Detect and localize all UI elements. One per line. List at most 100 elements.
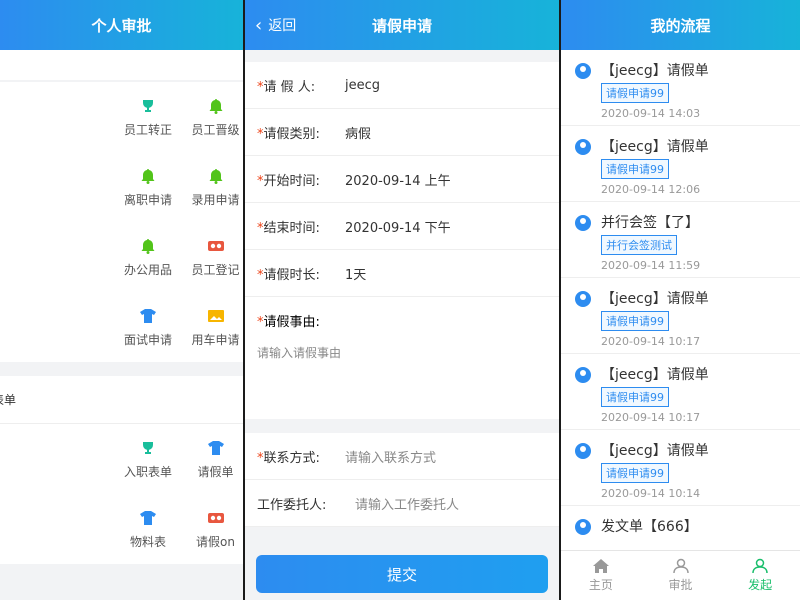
field-label: *结束时间: bbox=[257, 220, 320, 236]
process-tag: 并行会签测试 bbox=[601, 235, 677, 255]
home-icon bbox=[592, 558, 610, 574]
process-time: 2020-09-14 11:59 bbox=[601, 259, 701, 272]
delegate-field[interactable]: 工作委托人: 请输入工作委托人 bbox=[245, 480, 559, 527]
grid-item[interactable]: 用车申请 bbox=[188, 292, 243, 362]
vr-glasses-icon bbox=[207, 509, 225, 527]
grid-item[interactable]: 员工登记 bbox=[188, 222, 243, 292]
field-label: *请 假 人: bbox=[257, 79, 316, 95]
process-title: 【jeecg】请假单 bbox=[601, 291, 709, 307]
leave-form: *请 假 人: jeecg *请假类别: 病假 *开始时间: 2020-09-14 上午 *… bbox=[245, 62, 559, 297]
grid-item-label: 录用申请 bbox=[191, 192, 240, 207]
panel3-header: 我的流程 bbox=[561, 0, 800, 50]
grid-item[interactable]: 请假单 bbox=[188, 424, 243, 494]
tab-发起[interactable]: 发起 bbox=[720, 551, 800, 600]
grid-item-label: 用车申请 bbox=[191, 332, 240, 347]
grid-item[interactable]: 请假on bbox=[188, 494, 243, 564]
tab-主页[interactable]: 主页 bbox=[561, 551, 641, 600]
reason-label: 请假事由: bbox=[263, 315, 320, 330]
bell-icon bbox=[139, 237, 157, 255]
field-value[interactable]: 2020-09-14 上午 bbox=[345, 170, 451, 189]
clipped-grid-item bbox=[0, 424, 108, 494]
process-time: 2020-09-14 14:03 bbox=[601, 107, 701, 120]
process-item[interactable]: 【jeecg】请假单 请假申请99 2020-09-14 10:14 bbox=[561, 430, 800, 506]
grid-item[interactable]: 入职表单 bbox=[108, 424, 188, 494]
grid-item-label: 请假on bbox=[196, 534, 235, 549]
process-item[interactable]: 并行会签【了】 并行会签测试 2020-09-14 11:59 bbox=[561, 202, 800, 278]
contact-field[interactable]: *联系方式: 请输入联系方式 bbox=[245, 433, 559, 480]
tab-审批[interactable]: 审批 bbox=[641, 551, 721, 600]
grid-item-label: 员工晋级 bbox=[191, 122, 240, 137]
grid-item[interactable]: 员工转正 bbox=[108, 82, 188, 152]
grid-item-label: 员工转正 bbox=[123, 122, 172, 137]
form-field[interactable]: *结束时间: 2020-09-14 下午 bbox=[245, 203, 559, 250]
field-value[interactable]: jeecg bbox=[345, 78, 380, 93]
process-time: 2020-09-14 10:17 bbox=[601, 335, 701, 348]
grid-item[interactable]: 离职申请 bbox=[108, 152, 188, 222]
reason-section: *请假事由: 请输入请假事由 bbox=[245, 297, 559, 419]
form-field[interactable]: *开始时间: 2020-09-14 上午 bbox=[245, 156, 559, 203]
form-field[interactable]: *请 假 人: jeecg bbox=[245, 62, 559, 109]
user-avatar-icon bbox=[575, 519, 591, 535]
grid-item[interactable]: 员工晋级 bbox=[188, 82, 243, 152]
process-item[interactable]: 【jeecg】请假单 请假申请99 2020-09-14 10:17 bbox=[561, 354, 800, 430]
process-tag: 请假申请99 bbox=[601, 159, 669, 179]
process-tag: 请假申请99 bbox=[601, 387, 669, 407]
process-tag: 请假申请99 bbox=[601, 463, 669, 483]
user-icon bbox=[672, 558, 690, 574]
clipped-grid-item bbox=[0, 82, 108, 152]
delegate-input[interactable]: 请输入工作委托人 bbox=[355, 494, 459, 513]
grid-item-label: 请假单 bbox=[197, 464, 234, 479]
process-item[interactable]: 【jeecg】请假单 请假申请99 2020-09-14 10:17 bbox=[561, 278, 800, 354]
clipped-grid-item bbox=[0, 222, 108, 292]
user-avatar-icon bbox=[575, 291, 591, 307]
delegate-label: 工作委托人: bbox=[257, 497, 327, 513]
reason-input[interactable]: 请输入请假事由 bbox=[257, 344, 547, 361]
section1-grid: 员工转正 员工晋级 离职申请 录用申请 办公用品 员工登记 面试申请 用车申请 bbox=[0, 82, 243, 362]
field-value[interactable]: 2020-09-14 下午 bbox=[345, 217, 451, 236]
field-label: *开始时间: bbox=[257, 173, 320, 189]
clipped-grid-item bbox=[0, 292, 108, 362]
vr-glasses-icon bbox=[207, 237, 225, 255]
user-avatar-icon bbox=[575, 367, 591, 383]
grid-item-label: 物料表 bbox=[129, 534, 166, 549]
section1-header bbox=[0, 50, 243, 80]
back-button[interactable]: ‹ 返回 bbox=[255, 0, 296, 50]
field-value[interactable]: 1天 bbox=[345, 264, 366, 283]
field-label: *请假类别: bbox=[257, 126, 320, 142]
grid-item[interactable]: 办公用品 bbox=[108, 222, 188, 292]
form-field[interactable]: *请假时长: 1天 bbox=[245, 250, 559, 297]
panel2-header: ‹ 返回 请假申请 bbox=[245, 0, 559, 50]
shirt-icon bbox=[139, 307, 157, 325]
grid-item-label: 员工登记 bbox=[191, 262, 240, 277]
contact-input[interactable]: 请输入联系方式 bbox=[345, 447, 436, 466]
section2-title: 表单 bbox=[0, 393, 17, 407]
clipped-grid-item bbox=[0, 494, 108, 564]
form-field[interactable]: *请假类别: 病假 bbox=[245, 109, 559, 156]
field-label: *请假时长: bbox=[257, 267, 320, 283]
process-item[interactable]: 【jeecg】请假单 请假申请99 2020-09-14 14:03 bbox=[561, 50, 800, 126]
grid-item[interactable]: 面试申请 bbox=[108, 292, 188, 362]
grid-item[interactable]: 录用申请 bbox=[188, 152, 243, 222]
reason-field[interactable]: *请假事由: 请输入请假事由 bbox=[245, 297, 559, 419]
bell-icon bbox=[139, 167, 157, 185]
leave-request-panel: ‹ 返回 请假申请 *请 假 人: jeecg *请假类别: 病假 *开始时间: 2020… bbox=[245, 0, 559, 600]
process-list: 【jeecg】请假单 请假申请99 2020-09-14 14:03 【jeecg】请… bbox=[561, 50, 800, 582]
chevron-left-icon: ‹ bbox=[255, 14, 263, 36]
user-icon bbox=[751, 558, 769, 574]
process-title: 【jeecg】请假单 bbox=[601, 139, 709, 155]
process-item[interactable]: 【jeecg】请假单请假申请99 2020-09-14 12:06 bbox=[561, 126, 800, 202]
panel1-title: 个人审批 bbox=[91, 16, 152, 35]
grid-item[interactable]: 物料表 bbox=[108, 494, 188, 564]
process-title: 【jeecg】请假单 bbox=[601, 443, 709, 459]
my-process-panel: 我的流程 【jeecg】请假单 请假申请99 2020-09-14 14:03 【je… bbox=[561, 0, 800, 600]
process-time: 2020-09-14 12:06 bbox=[601, 183, 701, 196]
shirt-icon bbox=[139, 509, 157, 527]
back-label: 返回 bbox=[268, 18, 297, 34]
section2-header: 表单 bbox=[0, 376, 243, 424]
submit-button[interactable]: 提交 bbox=[256, 555, 548, 593]
user-avatar-icon bbox=[575, 215, 591, 231]
process-time: 2020-09-14 10:17 bbox=[601, 411, 701, 424]
bell-icon bbox=[207, 167, 225, 185]
trophy-icon bbox=[139, 97, 157, 115]
field-value[interactable]: 病假 bbox=[345, 123, 371, 142]
